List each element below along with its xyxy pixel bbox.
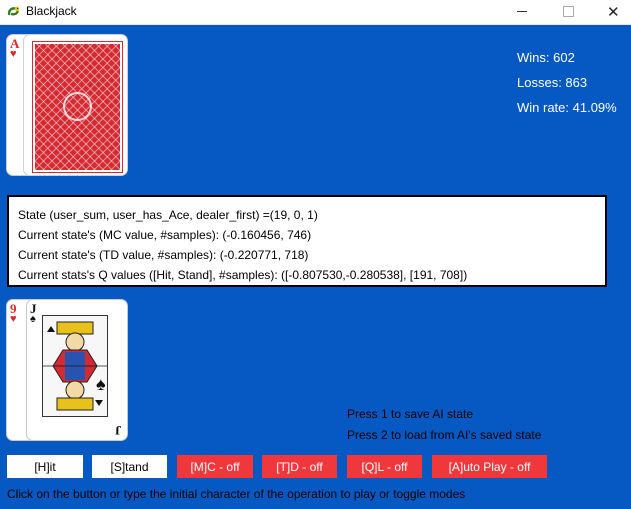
ql-toggle-button[interactable]: [Q]L - off bbox=[347, 455, 422, 478]
hit-button[interactable]: [H]it bbox=[7, 455, 83, 478]
minimize-button[interactable] bbox=[498, 0, 544, 24]
wins-count: Wins: 602 bbox=[517, 50, 575, 65]
card-back-medallion-icon bbox=[63, 92, 92, 121]
heart-suit-icon: ♥ bbox=[10, 48, 17, 60]
game-table: A ♥ Wins: 602 Losses: 863 Win rate: 41.0… bbox=[0, 25, 631, 509]
title-bar: Blackjack ✕ bbox=[0, 0, 631, 25]
auto-play-toggle-button[interactable]: [A]uto Play - off bbox=[432, 455, 547, 478]
card-rank-bottom: J bbox=[115, 423, 122, 438]
pygame-snake-icon bbox=[7, 6, 20, 16]
state-info-panel: State (user_sum, user_has_Ace, dealer_fi… bbox=[7, 195, 607, 287]
save-hint: Press 1 to save AI state bbox=[347, 407, 474, 421]
close-icon: ✕ bbox=[607, 4, 620, 21]
player-card-jack: J ♠ ♠ J bbox=[27, 300, 127, 440]
instructions-text: Click on the button or type the initial … bbox=[7, 487, 466, 501]
q-values-line: Current stats's Q values ([Hit, Stand], … bbox=[18, 268, 468, 282]
mc-value-line: Current state's (MC value, #samples): (-… bbox=[18, 228, 312, 242]
jack-face-picture-icon bbox=[42, 315, 108, 417]
td-value-line: Current state's (TD value, #samples): (-… bbox=[18, 248, 309, 262]
stand-button[interactable]: [S]tand bbox=[92, 455, 167, 478]
mc-toggle-button[interactable]: [M]C - off bbox=[177, 455, 253, 478]
win-rate: Win rate: 41.09% bbox=[517, 100, 617, 115]
spade-suit-icon: ♠ bbox=[30, 313, 36, 325]
spade-suit-icon: ♠ bbox=[96, 374, 106, 394]
state-line: State (user_sum, user_has_Ace, dealer_fi… bbox=[18, 208, 318, 222]
td-toggle-button[interactable]: [T]D - off bbox=[262, 455, 337, 478]
load-hint: Press 2 to load from AI's saved state bbox=[347, 428, 542, 442]
maximize-button[interactable] bbox=[544, 0, 590, 24]
losses-count: Losses: 863 bbox=[517, 75, 588, 90]
close-button[interactable]: ✕ bbox=[590, 0, 631, 24]
dealer-hidden-card bbox=[24, 35, 127, 175]
window-title: Blackjack bbox=[26, 4, 77, 18]
card-back-pattern bbox=[32, 41, 123, 173]
heart-suit-icon: ♥ bbox=[10, 313, 17, 325]
